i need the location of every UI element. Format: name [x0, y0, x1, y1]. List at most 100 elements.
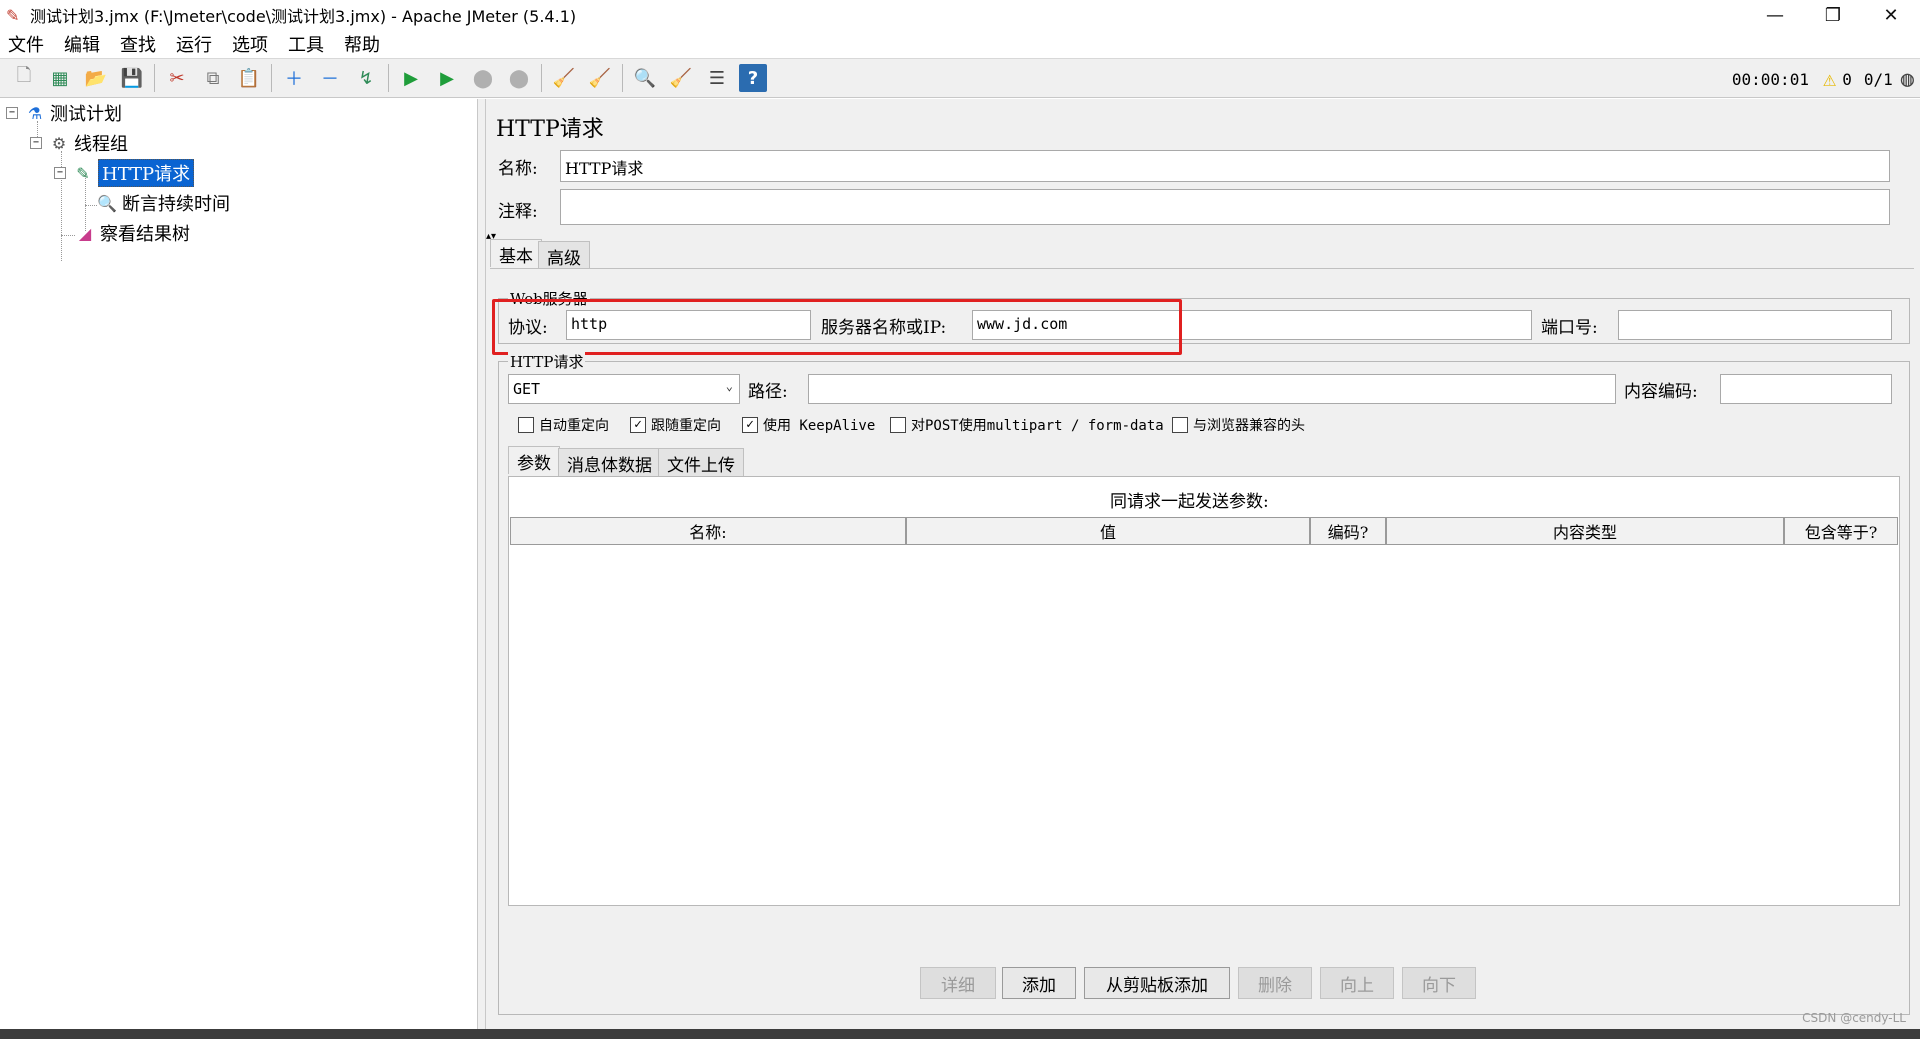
open-icon[interactable]: 📂 [82, 64, 110, 92]
checkbox-box[interactable] [518, 417, 534, 433]
tree-node-duration-assertion[interactable]: 🔍 断言持续时间 [96, 190, 230, 216]
path-input[interactable] [808, 374, 1616, 404]
move-up-button[interactable]: 向上 [1320, 967, 1394, 999]
tree-connector [61, 235, 75, 236]
menu-help[interactable]: 帮助 [342, 31, 382, 57]
column-header-name[interactable]: 名称: [510, 517, 906, 545]
restore-button[interactable]: ❐ [1804, 0, 1862, 30]
search-icon[interactable]: 🔍 [631, 64, 659, 92]
copy-icon[interactable]: ⧉ [199, 64, 227, 92]
column-header-include-equals[interactable]: 包含等于? [1784, 517, 1898, 545]
run-status: 00:00:01 ⚠ 0 0/1 ◍ [1732, 59, 1914, 99]
warning-count: 0 [1842, 69, 1852, 89]
title-bar: ✎ 测试计划3.jmx (F:\Jmeter\code\测试计划3.jmx) -… [0, 0, 1920, 30]
tab-parameters[interactable]: 参数 [508, 446, 560, 474]
collapse-toggle-icon[interactable]: − [30, 137, 42, 149]
tree-node-label: 断言持续时间 [122, 194, 230, 215]
test-plan-icon: ⚗ [27, 103, 43, 123]
shutdown-icon[interactable]: ⬤ [505, 64, 533, 92]
help-icon[interactable]: ? [739, 64, 767, 92]
checkbox-box[interactable]: ✓ [630, 417, 646, 433]
menu-run[interactable]: 运行 [174, 31, 214, 57]
method-value: GET [513, 380, 541, 398]
toolbar-divider [154, 64, 155, 92]
templates-icon[interactable]: ▦ [46, 64, 74, 92]
tab-body-data[interactable]: 消息体数据 [558, 448, 661, 476]
menu-options[interactable]: 选项 [230, 31, 270, 57]
content-encoding-label: 内容编码: [1624, 382, 1698, 402]
stop-icon[interactable]: ⬤ [469, 64, 497, 92]
tab-advanced[interactable]: 高级 [538, 241, 590, 269]
jmeter-feather-icon: ✎ [6, 5, 20, 25]
checkbox-label: 自动重定向 [539, 418, 609, 434]
delete-button[interactable]: 删除 [1238, 967, 1312, 999]
column-header-value[interactable]: 值 [906, 517, 1310, 545]
panel-splitter[interactable] [478, 99, 486, 1029]
remote-status-icon[interactable]: ◍ [1901, 67, 1914, 92]
menu-file[interactable]: 文件 [6, 31, 46, 57]
minimize-button[interactable]: — [1746, 0, 1804, 30]
detail-button[interactable]: 详细 [920, 967, 996, 999]
comment-label: 注释: [498, 202, 538, 222]
cut-icon[interactable]: ✂ [163, 64, 191, 92]
path-label: 路径: [748, 382, 788, 402]
menu-tools[interactable]: 工具 [286, 31, 326, 57]
comment-input[interactable] [560, 189, 1890, 225]
clear-icon[interactable]: 🧹 [550, 64, 578, 92]
name-label: 名称: [498, 159, 538, 179]
add-from-clipboard-button[interactable]: 从剪贴板添加 [1084, 967, 1230, 999]
name-input[interactable]: HTTP请求 [560, 150, 1890, 182]
checkbox-follow-redirects[interactable]: ✓ 跟随重定向 [630, 415, 721, 435]
checkbox-label: 使用 KeepAlive [763, 418, 876, 434]
collapse-toggle-icon[interactable]: − [54, 167, 66, 179]
watermark: CSDN @cendy-LL [1802, 1011, 1906, 1025]
window-controls: — ❐ ✕ [1746, 0, 1920, 30]
assertion-icon: 🔍 [97, 193, 117, 213]
toggle-icon[interactable]: ↯ [352, 64, 380, 92]
save-icon[interactable]: 💾 [118, 64, 146, 92]
menu-bar: 文件 编辑 查找 运行 选项 工具 帮助 [0, 30, 1920, 58]
tab-files-upload[interactable]: 文件上传 [658, 448, 744, 476]
tree-node-label: HTTP请求 [98, 159, 195, 187]
http-request-panel: HTTP请求 名称: HTTP请求 注释: ▴▾ 基本 高级 Web服务器 协议… [486, 99, 1920, 1029]
checkbox-box[interactable] [890, 417, 906, 433]
window-title: 测试计划3.jmx (F:\Jmeter\code\测试计划3.jmx) - A… [30, 7, 577, 26]
tree-node-thread-group[interactable]: − ⚙ 线程组 [30, 130, 128, 156]
clear-all-icon[interactable]: 🧹 [586, 64, 614, 92]
toolbar-divider [271, 64, 272, 92]
start-no-pauses-icon[interactable]: ▶ [433, 64, 461, 92]
close-button[interactable]: ✕ [1862, 0, 1920, 30]
port-label: 端口号: [1541, 318, 1598, 338]
checkbox-keepalive[interactable]: ✓ 使用 KeepAlive [742, 415, 875, 435]
column-header-content-type[interactable]: 内容类型 [1386, 517, 1784, 545]
toolbar-divider [541, 64, 542, 92]
expand-icon[interactable]: ＋ [280, 64, 308, 92]
reset-search-icon[interactable]: 🧹 [667, 64, 695, 92]
add-button[interactable]: 添加 [1002, 967, 1076, 999]
checkbox-multipart[interactable]: 对POST使用multipart / form-data [890, 415, 1164, 435]
toolbar: 🗋 ▦ 📂 💾 ✂ ⧉ 📋 ＋ － ↯ ▶ ▶ ⬤ ⬤ 🧹 🧹 🔍 🧹 ☰ ? … [0, 58, 1920, 98]
port-input[interactable] [1618, 310, 1892, 340]
function-helper-icon[interactable]: ☰ [703, 64, 731, 92]
checkbox-auto-redirect[interactable]: 自动重定向 [518, 415, 609, 435]
content-encoding-input[interactable] [1720, 374, 1892, 404]
collapse-toggle-icon[interactable]: − [6, 107, 18, 119]
tree-node-http-request[interactable]: − ✎ HTTP请求 [54, 159, 195, 187]
method-select[interactable]: GET ⌄ [508, 374, 740, 404]
collapse-icon[interactable]: － [316, 64, 344, 92]
checkbox-browser-compatible-headers[interactable]: 与浏览器兼容的头 [1172, 415, 1305, 435]
tree-node-view-results-tree[interactable]: ◢ 察看结果树 [74, 220, 190, 246]
column-header-encode[interactable]: 编码? [1310, 517, 1386, 545]
tree-node-label: 线程组 [74, 134, 128, 155]
paste-icon[interactable]: 📋 [235, 64, 263, 92]
tab-basic[interactable]: 基本 [490, 239, 542, 267]
move-down-button[interactable]: 向下 [1402, 967, 1476, 999]
new-icon[interactable]: 🗋 [10, 64, 38, 92]
start-icon[interactable]: ▶ [397, 64, 425, 92]
warning-icon[interactable]: ⚠ [1823, 67, 1836, 92]
checkbox-box[interactable]: ✓ [742, 417, 758, 433]
checkbox-box[interactable] [1172, 417, 1188, 433]
tree-node-test-plan[interactable]: − ⚗ 测试计划 [6, 100, 122, 126]
menu-search[interactable]: 查找 [118, 31, 158, 57]
menu-edit[interactable]: 编辑 [62, 31, 102, 57]
